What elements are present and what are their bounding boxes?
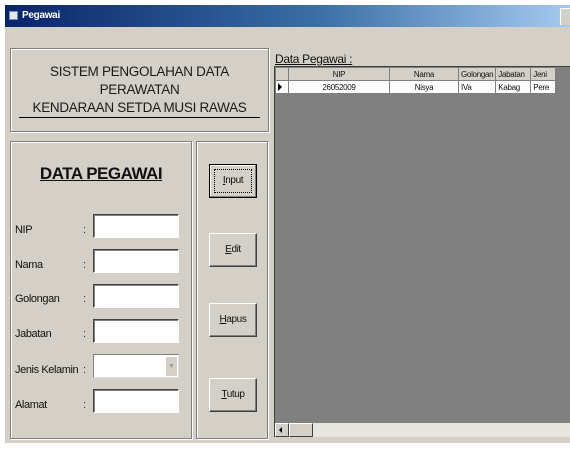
window-title: Pegawai (22, 10, 60, 21)
row-selector[interactable] (275, 80, 289, 94)
alamat-colon: : (83, 399, 87, 411)
nama-colon: : (83, 259, 87, 271)
jenis-kelamin-colon: : (83, 364, 87, 376)
cell-jabatan[interactable]: Kabag (495, 80, 532, 94)
scroll-left-button[interactable] (275, 423, 289, 437)
grid-table: NIP Nama Golongan Jabatan Jeni 26052009 … (275, 67, 557, 94)
jenis-kelamin-select[interactable]: ▼ (93, 354, 179, 378)
title-bar[interactable]: Pegawai (5, 5, 570, 27)
cell-nama[interactable]: Nisya (389, 80, 459, 94)
table-row[interactable]: 26052009 Nisya IVa Kabag Pere (275, 80, 557, 94)
form-title: DATA PEGAWAI (39, 164, 163, 183)
alamat-field[interactable] (93, 389, 179, 413)
employee-data-grid[interactable]: NIP Nama Golongan Jabatan Jeni 26052009 … (274, 66, 570, 437)
window-control-button[interactable] (560, 8, 570, 25)
tutup-button[interactable]: Tutup (209, 378, 257, 412)
system-heading: SISTEM PENGOLAHAN DATA PERAWATAN KENDARA… (11, 63, 268, 117)
edit-button-label: dit (231, 244, 241, 255)
row-pointer-icon (278, 83, 282, 92)
cell-golongan[interactable]: IVa (457, 80, 497, 94)
nama-label: Nama (15, 259, 43, 271)
jabatan-label: Jabatan (15, 328, 52, 340)
column-header-nama[interactable]: Nama (389, 67, 459, 81)
button-frame: Input Edit Hapus Tutup (196, 141, 268, 439)
system-heading-line1: SISTEM PENGOLAHAN DATA PERAWATAN (50, 64, 229, 97)
golongan-label: Golongan (15, 293, 60, 305)
edit-button[interactable]: Edit (209, 233, 257, 267)
dropdown-arrow-icon[interactable]: ▼ (165, 356, 177, 376)
tutup-button-label: utup (226, 389, 245, 400)
employee-form-frame: DATA PEGAWAI NIP : Nama : Golongan : Jab… (10, 141, 192, 439)
jabatan-field[interactable] (93, 319, 179, 343)
column-header-jabatan[interactable]: Jabatan (495, 67, 532, 81)
title-frame: SISTEM PENGOLAHAN DATA PERAWATAN KENDARA… (10, 48, 269, 132)
golongan-colon: : (83, 293, 87, 305)
alamat-label: Alamat (15, 399, 47, 411)
input-button[interactable]: Input (209, 164, 257, 198)
jenis-kelamin-label: Jenis Kelamin (15, 364, 79, 376)
horizontal-scrollbar[interactable] (275, 423, 570, 437)
nip-label: NIP (15, 224, 33, 236)
grid-corner-cell[interactable] (275, 67, 289, 81)
column-header-nip[interactable]: NIP (288, 67, 390, 81)
app-icon[interactable] (9, 11, 18, 20)
hapus-button[interactable]: Hapus (209, 303, 257, 337)
nip-colon: : (83, 224, 87, 236)
grid-caption: Data Pegawai : (275, 52, 353, 66)
hapus-button-label: apus (226, 314, 247, 325)
heading-divider (19, 117, 260, 118)
golongan-field[interactable] (93, 284, 179, 308)
cell-jenis-kelamin[interactable]: Pere (530, 80, 557, 94)
system-heading-line2: KENDARAAN SETDA MUSI RAWAS (32, 100, 247, 115)
column-header-jenis-kelamin[interactable]: Jeni (530, 67, 557, 81)
scroll-thumb[interactable] (289, 423, 313, 437)
grid-header-row: NIP Nama Golongan Jabatan Jeni (275, 67, 557, 81)
focus-rectangle (214, 169, 252, 193)
cell-nip[interactable]: 26052009 (288, 80, 390, 94)
nama-field[interactable] (93, 249, 179, 273)
jabatan-colon: : (83, 328, 87, 340)
nip-field[interactable] (93, 214, 179, 238)
column-header-golongan[interactable]: Golongan (457, 67, 497, 81)
scroll-left-icon (279, 427, 282, 433)
